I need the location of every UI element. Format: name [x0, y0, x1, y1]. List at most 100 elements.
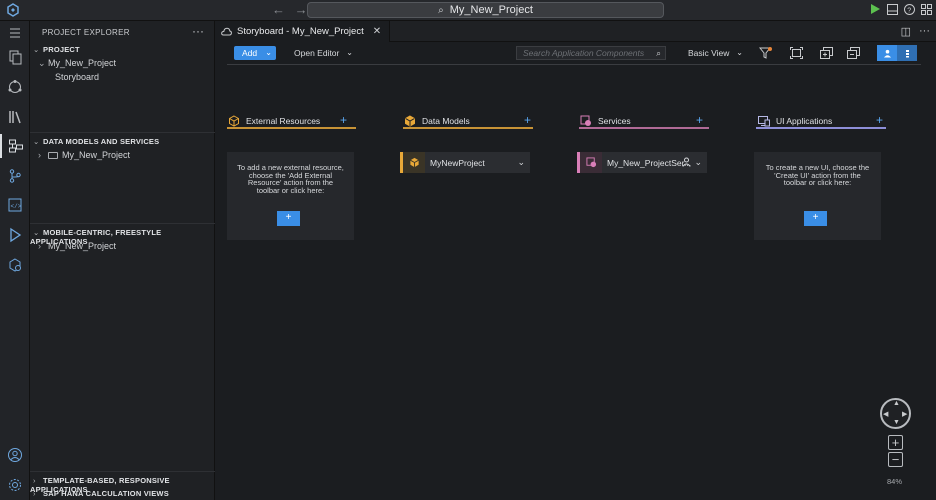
lane-title: UI Applications [776, 116, 833, 126]
list-view-icon[interactable] [897, 45, 917, 61]
search-icon: ⌕ [438, 5, 444, 16]
menu-icon[interactable] [0, 21, 30, 45]
cube-icon [404, 115, 416, 127]
settings-icon[interactable] [0, 473, 30, 497]
chevron-down-icon: ⌄ [736, 48, 743, 57]
tree-item-storyboard[interactable]: Storyboard [55, 72, 99, 82]
tree-item-label: My_New_Project [48, 58, 117, 68]
chevron-down-icon[interactable]: ⌄ [517, 157, 525, 168]
storyboard-icon[interactable] [0, 134, 30, 158]
divider [30, 132, 215, 133]
more-actions-icon[interactable]: ··· [192, 24, 204, 38]
chevron-down-icon[interactable]: ⌄ [694, 157, 702, 168]
pan-left-icon[interactable]: ◀ [883, 410, 888, 418]
pan-navigation-control[interactable]: ▲ ▼ ◀ ▶ [880, 398, 911, 429]
layout-panel-icon[interactable] [886, 3, 898, 15]
add-service-plus-icon[interactable]: + [696, 113, 703, 127]
divider [30, 223, 215, 224]
more-actions-icon[interactable]: ··· [919, 25, 930, 38]
cube-icon [403, 152, 425, 173]
code-icon[interactable]: </> [0, 193, 30, 217]
tree-item-mobile-project[interactable]: › My_New_Project [38, 241, 116, 251]
add-external-resource-button[interactable]: + [277, 211, 300, 226]
create-ui-button[interactable]: + [804, 211, 827, 226]
external-resources-empty-card: To add a new external resource, choose t… [227, 152, 354, 240]
search-icon[interactable]: ⌕ [656, 47, 661, 59]
view-mode-select[interactable]: Basic View ⌄ [676, 46, 747, 60]
chevron-right-icon: › [33, 476, 36, 485]
fit-to-screen-icon[interactable] [788, 45, 804, 61]
empty-state-text: To create a new UI, choose the 'Create U… [765, 163, 870, 187]
deploy-icon[interactable] [0, 253, 30, 277]
forward-arrow-icon[interactable]: → [295, 2, 308, 17]
add-button[interactable]: Add ⌄ [234, 46, 276, 60]
split-editor-icon[interactable]: ◫ [901, 25, 911, 38]
add-button-label: Add [242, 48, 258, 58]
tree-item-project-root[interactable]: ⌄ My_New_Project [38, 58, 116, 69]
view-toggle-group [877, 45, 917, 61]
pan-up-icon[interactable]: ▲ [893, 400, 900, 407]
section-hana-views[interactable]: › SAP HANA CALCULATION VIEWS [30, 489, 215, 498]
person-view-icon[interactable] [877, 45, 897, 61]
tree-item-data-model-project[interactable]: › My_New_Project [38, 150, 130, 160]
zoom-in-button[interactable]: + [888, 435, 903, 450]
help-icon[interactable]: ? [903, 3, 915, 15]
chevron-down-icon: ⌄ [33, 137, 40, 146]
back-arrow-icon[interactable]: ← [272, 2, 285, 17]
chevron-down-icon: ⌄ [33, 228, 40, 237]
pan-down-icon[interactable]: ▼ [893, 419, 900, 426]
filter-icon[interactable] [757, 45, 773, 61]
lane-underline [227, 127, 356, 129]
empty-state-text: To add a new external resource, choose t… [237, 163, 344, 195]
collapse-all-icon[interactable] [845, 45, 861, 61]
monitor-icon [758, 115, 770, 127]
add-ui-application-plus-icon[interactable]: + [876, 113, 883, 127]
explorer-files-icon[interactable] [0, 45, 30, 69]
section-project[interactable]: ⌄ PROJECT [30, 45, 215, 54]
chevron-down-icon: ⌄ [265, 48, 272, 57]
chevron-right-icon: › [38, 241, 41, 251]
run-icon[interactable] [869, 3, 881, 15]
svg-text:?: ? [907, 7, 911, 14]
expand-all-icon[interactable] [818, 45, 834, 61]
data-model-card[interactable]: MyNewProject ⌄ [400, 152, 530, 173]
library-icon[interactable] [0, 105, 30, 129]
zoom-level: 84% [887, 477, 903, 486]
run-debug-icon[interactable] [0, 223, 30, 247]
open-editor-button[interactable]: Open Editor ⌄ [285, 46, 357, 60]
activity-bar: </> [0, 21, 30, 500]
tab-actions: ◫ ··· [901, 25, 930, 38]
source-control-icon[interactable] [0, 164, 30, 188]
component-search-placeholder: Search Application Components [523, 48, 645, 58]
add-data-model-plus-icon[interactable]: + [524, 113, 531, 127]
lane-title: Services [598, 116, 631, 126]
section-data-models-label: DATA MODELS AND SERVICES [43, 137, 160, 146]
view-mode-label: Basic View [688, 48, 730, 58]
tree-item-label: My_New_Project [48, 241, 117, 251]
component-search-input[interactable]: Search Application Components ⌕ [516, 46, 666, 60]
add-external-resource-plus-icon[interactable]: + [340, 113, 347, 127]
close-icon[interactable]: ✕ [373, 26, 381, 37]
git-icon[interactable] [0, 75, 30, 99]
zoom-out-button[interactable]: − [888, 452, 903, 467]
title-bar: ← → ⌕ My_New_Project ? [0, 0, 936, 21]
tab-storyboard[interactable]: Storyboard - My_New_Project ✕ [215, 21, 391, 42]
service-name: My_New_ProjectSer... [607, 157, 692, 168]
chevron-right-icon: › [38, 150, 41, 160]
chevron-down-icon: ⌄ [346, 48, 353, 57]
lane-underline [403, 127, 533, 129]
lane-title: External Resources [246, 116, 321, 126]
chevron-down-icon: ⌄ [33, 45, 40, 54]
command-search-text: My_New_Project [449, 4, 533, 16]
cube-outline-icon [228, 115, 240, 127]
section-data-models[interactable]: ⌄ DATA MODELS AND SERVICES [30, 137, 215, 146]
layout-toggle-icon[interactable] [920, 3, 932, 15]
svg-text:</>: </> [11, 203, 22, 210]
account-icon[interactable] [0, 443, 30, 467]
divider [30, 471, 215, 472]
service-card[interactable]: My_New_ProjectSer... ⌄ [577, 152, 707, 173]
pan-right-icon[interactable]: ▶ [902, 410, 907, 418]
command-search-box[interactable]: ⌕ My_New_Project [307, 2, 664, 18]
tree-item-label: Storyboard [55, 72, 100, 82]
project-explorer-sidebar: PROJECT EXPLORER ··· ⌄ PROJECT ⌄ My_New_Pr… [30, 21, 215, 500]
